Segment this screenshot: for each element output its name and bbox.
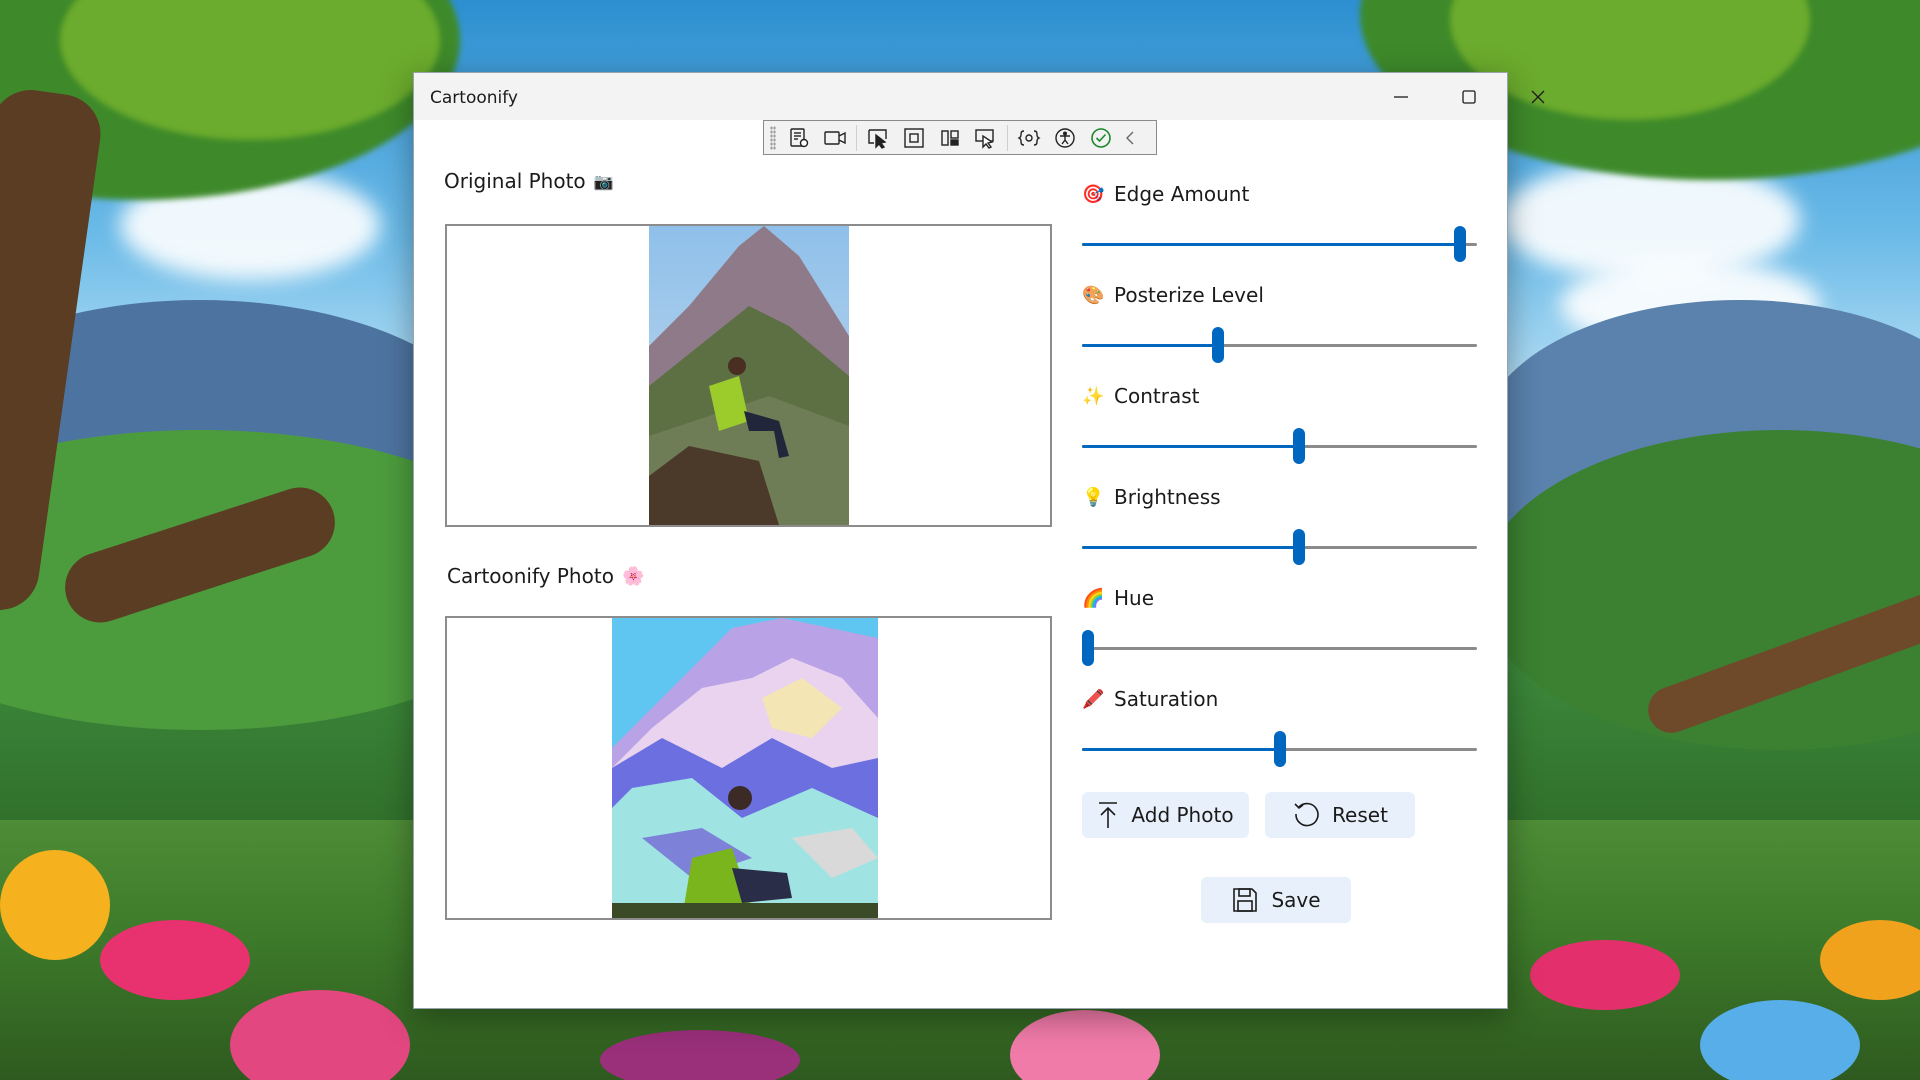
track-focus-icon — [941, 129, 959, 146]
collapse-toolbar-button[interactable] — [1122, 123, 1138, 153]
title-bar: Cartoonify — [414, 73, 1545, 120]
window-title: Cartoonify — [430, 88, 518, 108]
flower-icon: 🌸 — [621, 565, 645, 587]
hue-label: 🌈 Hue — [1082, 586, 1155, 610]
save-button[interactable]: Save — [1201, 877, 1351, 923]
binding-failures-icon — [975, 128, 994, 149]
saturation-slider[interactable] — [1082, 731, 1477, 767]
display-layout-adorners-button[interactable] — [899, 123, 929, 153]
saturation-slider-thumb[interactable] — [1273, 731, 1286, 767]
live-visual-tree-icon — [790, 127, 809, 147]
toolbar-grip[interactable] — [770, 125, 776, 150]
upload-icon — [1099, 802, 1118, 828]
brightness-slider-fill — [1082, 546, 1299, 549]
contrast-slider-fill — [1082, 445, 1299, 448]
maximize-button[interactable] — [1435, 73, 1503, 120]
posterize-level-label: 🎨 Posterize Level — [1082, 283, 1264, 307]
reset-icon — [1294, 802, 1319, 827]
accessibility-checker-button[interactable] — [1050, 123, 1080, 153]
close-button[interactable] — [1504, 73, 1572, 120]
minimize-icon — [1394, 95, 1408, 98]
track-focus-button[interactable] — [935, 123, 965, 153]
saturation-icon: 🖍️ — [1082, 688, 1105, 710]
hue-slider[interactable] — [1082, 630, 1477, 666]
live-visual-tree-button[interactable] — [784, 123, 814, 153]
cartoonify-photo-label: Cartoonify Photo 🌸 — [447, 564, 645, 588]
edge-amount-slider-thumb[interactable] — [1453, 226, 1466, 262]
contrast-slider[interactable] — [1082, 428, 1477, 464]
original-photo-image — [649, 226, 849, 525]
cartoonify-photo-image — [612, 618, 878, 918]
maximize-icon — [1462, 89, 1476, 104]
edge-amount-label: 🎯 Edge Amount — [1082, 182, 1250, 206]
camera-icon: 📷 — [593, 171, 614, 191]
hot-reload-icon — [1017, 129, 1041, 146]
hot-reload-button[interactable] — [1014, 123, 1044, 153]
check-icon — [1091, 127, 1111, 148]
posterize-level-slider-fill — [1082, 344, 1219, 347]
posterize-level-slider-thumb[interactable] — [1212, 327, 1225, 363]
accessibility-checker-icon — [1055, 127, 1075, 148]
no-issues-button[interactable] — [1086, 123, 1116, 153]
minimize-button[interactable] — [1367, 73, 1435, 120]
app-window: Cartoonify Original Photo 📷 Cartoonify P… — [413, 72, 1545, 1009]
add-photo-button[interactable]: Add Photo — [1082, 792, 1249, 838]
posterize-level-icon: 🎨 — [1082, 284, 1105, 306]
record-button[interactable] — [820, 123, 850, 153]
original-photo-label: Original Photo 📷 — [444, 169, 614, 193]
record-icon — [824, 130, 846, 145]
cartoonify-photo-frame — [445, 616, 1052, 920]
original-photo-frame — [445, 224, 1052, 527]
brightness-slider-thumb[interactable] — [1292, 529, 1305, 565]
reset-button[interactable]: Reset — [1265, 792, 1415, 838]
select-element-icon — [868, 128, 887, 149]
edge-amount-icon: 🎯 — [1082, 183, 1105, 205]
edge-amount-slider[interactable] — [1082, 226, 1477, 262]
posterize-level-slider[interactable] — [1082, 327, 1477, 363]
binding-failures-button[interactable] — [971, 123, 1001, 153]
brightness-slider[interactable] — [1082, 529, 1477, 565]
select-element-button[interactable] — [863, 123, 893, 153]
display-layout-adorners-icon — [904, 127, 924, 148]
contrast-icon: ✨ — [1082, 385, 1105, 407]
contrast-slider-thumb[interactable] — [1292, 428, 1305, 464]
saturation-label: 🖍️ Saturation — [1082, 687, 1219, 711]
brightness-icon: 💡 — [1082, 486, 1105, 508]
brightness-label: 💡 Brightness — [1082, 485, 1221, 509]
close-icon — [1531, 90, 1545, 103]
save-icon — [1233, 888, 1258, 912]
edge-amount-slider-fill — [1082, 243, 1460, 246]
collapse-chevron-icon — [1126, 131, 1134, 144]
contrast-label: ✨ Contrast — [1082, 384, 1200, 408]
hue-icon: 🌈 — [1082, 587, 1105, 609]
saturation-slider-fill — [1082, 748, 1280, 751]
runtime-debug-toolbar — [763, 120, 1157, 155]
hue-slider-thumb[interactable] — [1082, 630, 1094, 666]
